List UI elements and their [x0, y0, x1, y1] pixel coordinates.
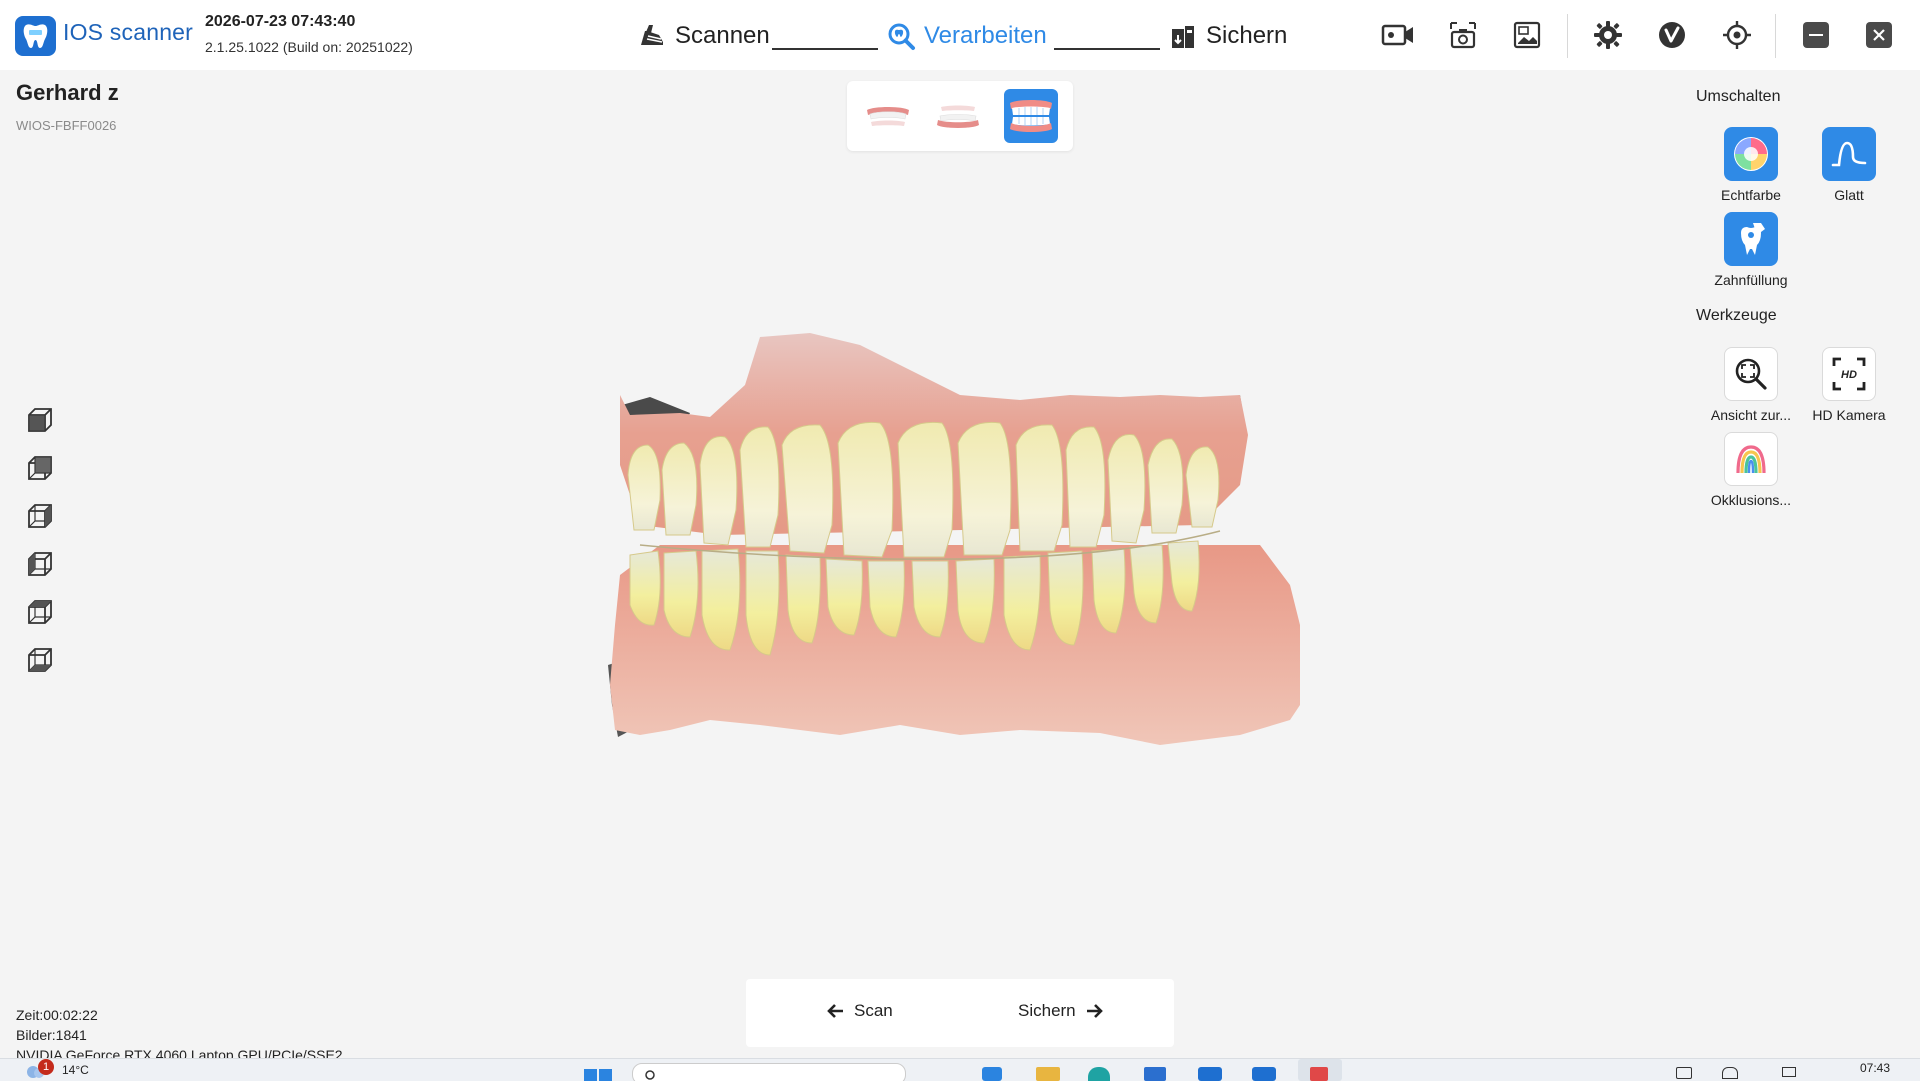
zahnfuellung-toggle[interactable]: Zahnfüllung [1701, 212, 1801, 288]
tool-label: HD Kamera [1812, 407, 1886, 423]
upper-jaw-icon [867, 107, 909, 126]
screenshot-icon[interactable] [1445, 18, 1481, 52]
scan-time: Zeit:00:02:22 [16, 1007, 98, 1023]
glatt-button[interactable] [1822, 127, 1876, 181]
process-icon [886, 21, 916, 51]
step-connector [772, 48, 878, 50]
tool-label: Zahnfüllung [1714, 272, 1788, 288]
tool-label: Glatt [1834, 187, 1864, 203]
settings-icon[interactable] [1590, 18, 1626, 52]
dental-3d-model[interactable] [600, 325, 1320, 755]
close-icon [1873, 29, 1885, 41]
search-icon [645, 1070, 655, 1080]
hd-kamera-button[interactable]: HD [1822, 347, 1876, 401]
color-wheel-icon [1734, 137, 1768, 171]
arrow-left-icon [827, 1004, 843, 1018]
gallery-icon[interactable] [1509, 18, 1545, 52]
top-bar: IOS scanner 2026-07-23 07:43:40 2.1.25.1… [0, 0, 1920, 70]
both-jaws-button[interactable] [1004, 89, 1058, 143]
taskbar-clock[interactable]: 07:43 [1860, 1061, 1890, 1075]
zoom-view-icon [1735, 358, 1767, 390]
smooth-icon [1831, 141, 1867, 167]
active-app-icon[interactable] [1298, 1059, 1342, 1081]
close-button[interactable] [1866, 22, 1892, 48]
minimize-icon [1809, 34, 1823, 36]
tool-label: Ansicht zur... [1710, 407, 1792, 423]
glatt-toggle[interactable]: Glatt [1799, 127, 1899, 203]
wifi-icon[interactable] [1722, 1067, 1738, 1079]
view-right-cube-icon[interactable] [26, 550, 54, 578]
step-label: Scannen [675, 22, 770, 49]
ios-scanner-taskbar-icon[interactable] [1198, 1067, 1222, 1081]
step-label: Verarbeiten [924, 22, 1047, 49]
jaw-view-toggle [847, 81, 1073, 151]
toolbar-divider [1567, 14, 1568, 58]
view-bottom-cube-icon[interactable] [26, 646, 54, 674]
browser-icon[interactable] [1088, 1067, 1110, 1081]
taskbar-search-input[interactable] [632, 1063, 906, 1081]
tooth-fill-icon [1741, 223, 1765, 255]
patient-id: WIOS-FBFF0026 [16, 118, 117, 133]
upper-jaw-button[interactable] [861, 89, 915, 143]
view-back-cube-icon[interactable] [26, 454, 54, 482]
image-count: Bilder:1841 [16, 1027, 87, 1043]
step-sichern[interactable]: Sichern [1168, 20, 1287, 52]
hd-camera-icon: HD [1832, 357, 1866, 391]
temperature: 14°C [62, 1063, 89, 1077]
toolbar-divider [1775, 14, 1776, 58]
patient-name: Gerhard z [16, 80, 119, 105]
lower-jaw-button[interactable] [931, 89, 985, 143]
view-front-cube-icon[interactable] [26, 406, 54, 434]
hd-kamera-tool[interactable]: HD HD Kamera [1799, 347, 1899, 423]
notification-badge: 1 [38, 1059, 54, 1075]
minimize-button[interactable] [1803, 22, 1829, 48]
step-connector [1054, 48, 1160, 50]
arrow-right-icon [1086, 1004, 1103, 1018]
start-icon[interactable] [584, 1069, 614, 1081]
ansicht-tool[interactable]: Ansicht zur... [1701, 347, 1801, 423]
forward-to-sichern-button[interactable]: Sichern [1018, 1001, 1104, 1021]
tools-heading: Werkzeuge [1696, 307, 1777, 324]
bottom-navigation: Scan Sichern [746, 979, 1174, 1047]
both-jaws-icon [1010, 100, 1052, 132]
battery-icon[interactable] [1782, 1067, 1796, 1077]
okklusion-tool[interactable]: Okklusions... [1701, 432, 1801, 508]
tool-label: Echtfarbe [1721, 187, 1781, 203]
video-camera-icon[interactable] [1380, 18, 1416, 52]
step-label: Sichern [1206, 22, 1288, 49]
vendor-logo-icon[interactable] [1654, 18, 1690, 52]
tool-label: Okklusions... [1710, 492, 1792, 508]
store-icon[interactable] [1144, 1067, 1166, 1081]
view-left-cube-icon[interactable] [26, 502, 54, 530]
svg-text:HD: HD [1841, 369, 1857, 381]
workflow-steps: Scannen Verarbeiten Sichern [0, 14, 1920, 58]
switch-heading: Umschalten [1696, 88, 1781, 105]
lower-jaw-icon [937, 105, 979, 128]
zahnfuellung-button[interactable] [1724, 212, 1778, 266]
tray-icon[interactable] [1676, 1067, 1692, 1079]
taskbar-app-icon[interactable] [982, 1067, 1002, 1081]
ansicht-button[interactable] [1724, 347, 1778, 401]
view-top-cube-icon[interactable] [26, 598, 54, 626]
back-label: Scan [854, 1001, 893, 1020]
step-scannen[interactable]: Scannen [637, 20, 770, 52]
target-icon[interactable] [1719, 18, 1755, 52]
step-verarbeiten[interactable]: Verarbeiten [886, 20, 1047, 52]
ios-scanner-taskbar-icon[interactable] [1252, 1067, 1276, 1081]
file-explorer-icon[interactable] [1036, 1067, 1060, 1081]
okklusion-button[interactable] [1724, 432, 1778, 486]
back-to-scan-button[interactable]: Scan [826, 1001, 893, 1021]
occlusion-icon [1736, 445, 1766, 474]
forward-label: Sichern [1018, 1001, 1076, 1020]
scanner-icon [637, 21, 667, 51]
save-icon [1168, 21, 1198, 51]
echtfarbe-toggle[interactable]: Echtfarbe [1701, 127, 1801, 203]
windows-taskbar: 1 14°C 07:43 [0, 1058, 1920, 1081]
scan-statistics: Zeit:00:02:22 Bilder:1841 NVIDIA GeForce… [16, 1005, 343, 1065]
echtfarbe-button[interactable] [1724, 127, 1778, 181]
